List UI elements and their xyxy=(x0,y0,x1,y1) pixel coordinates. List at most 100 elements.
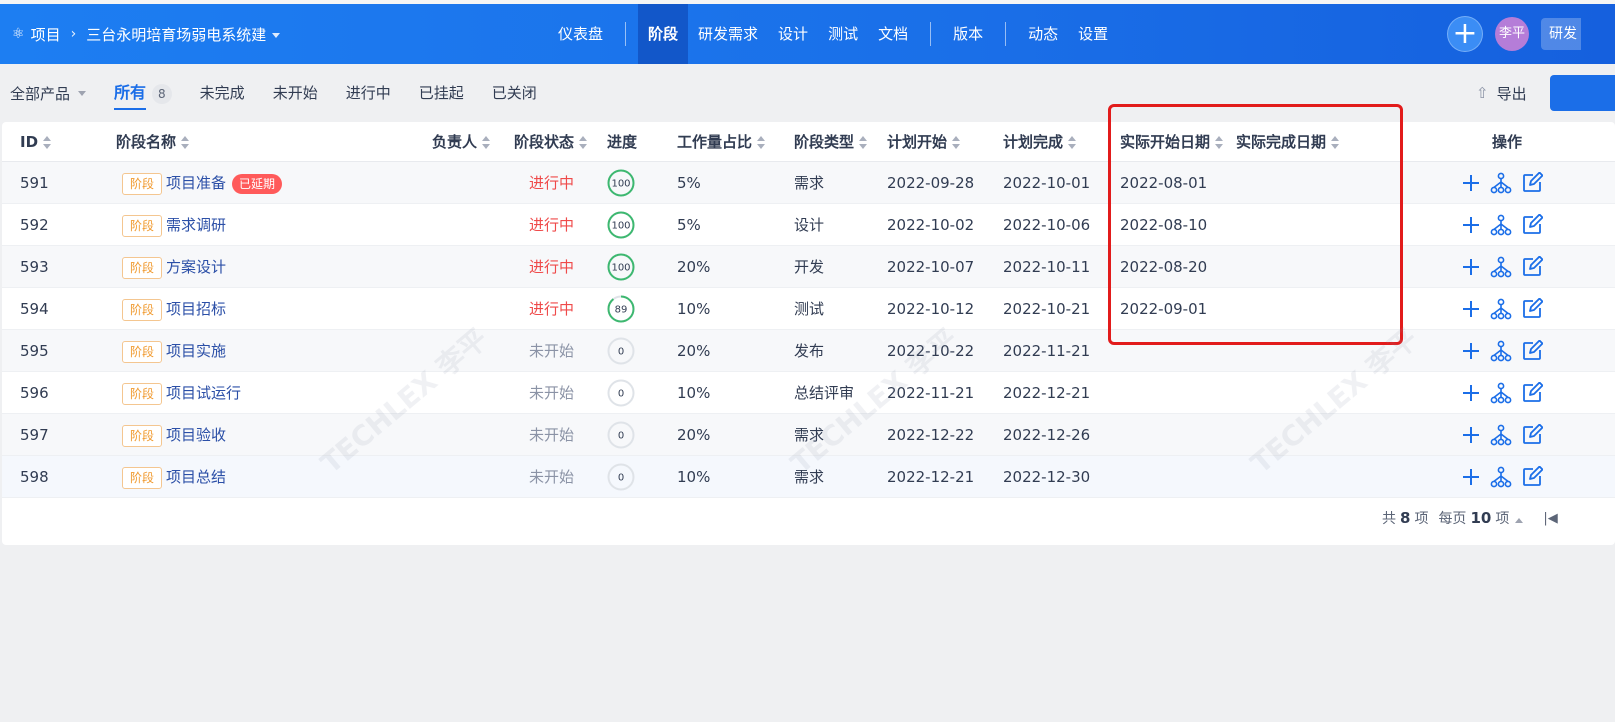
stage-name-link[interactable]: 项目试运行 xyxy=(166,384,241,402)
nav-version[interactable]: 版本 xyxy=(943,4,993,64)
primary-action-button[interactable] xyxy=(1550,75,1615,111)
nav-test[interactable]: 测试 xyxy=(818,4,868,64)
cell-id: 597 xyxy=(20,426,49,444)
avatar[interactable]: 李平 xyxy=(1495,17,1529,51)
edit-button[interactable] xyxy=(1521,256,1543,278)
edit-button[interactable] xyxy=(1521,466,1543,488)
delayed-badge: 已延期 xyxy=(232,173,283,194)
cell-id: 593 xyxy=(20,258,49,276)
add-child-button[interactable] xyxy=(1460,340,1482,362)
plus-icon xyxy=(1463,175,1479,191)
tree-button[interactable] xyxy=(1490,424,1512,446)
table-row: 593 阶段 方案设计 进行中 100 20% 开发 2022-10-07 2022-10-11… xyxy=(2,246,1615,288)
plus-icon xyxy=(1463,301,1479,317)
add-child-button[interactable] xyxy=(1460,424,1482,446)
edit-button[interactable] xyxy=(1521,298,1543,320)
add-child-button[interactable] xyxy=(1460,298,1482,320)
nav-design[interactable]: 设计 xyxy=(768,4,818,64)
plus-icon xyxy=(1463,427,1479,443)
edit-button[interactable] xyxy=(1521,382,1543,404)
col-actual-end[interactable]: 实际完成日期 xyxy=(1236,122,1340,162)
add-child-button[interactable] xyxy=(1460,172,1482,194)
nav-requirements[interactable]: 研发需求 xyxy=(688,4,768,64)
progress-value: 0 xyxy=(618,347,624,358)
progress-value: 0 xyxy=(618,431,624,442)
nav-divider xyxy=(625,22,627,46)
chevron-right-icon: › xyxy=(70,26,77,42)
stage-name-link[interactable]: 需求调研 xyxy=(166,216,226,234)
table-row: 598 阶段 项目总结 未开始 0 10% 需求 2022-12-21 2022-12-30 xyxy=(2,456,1615,498)
product-select[interactable]: 全部产品 xyxy=(10,83,87,104)
tab-all[interactable]: 所有 8 xyxy=(114,64,172,122)
tree-button[interactable] xyxy=(1490,466,1512,488)
breadcrumb-root[interactable]: 项目 xyxy=(31,24,61,45)
col-plan-end[interactable]: 计划完成 xyxy=(1003,122,1077,162)
nav-settings[interactable]: 设置 xyxy=(1068,4,1118,64)
nav-divider xyxy=(1005,22,1007,46)
nav-stage[interactable]: 阶段 xyxy=(638,4,689,64)
tree-button[interactable] xyxy=(1490,298,1512,320)
create-button[interactable]: + xyxy=(1447,16,1483,52)
page-size-select[interactable]: 每页 10 项 xyxy=(1438,508,1524,528)
tree-button[interactable] xyxy=(1490,382,1512,404)
col-stage-name[interactable]: 阶段名称 xyxy=(116,122,190,162)
col-workload[interactable]: 工作量占比 xyxy=(677,122,766,162)
stage-name-link[interactable]: 项目招标 xyxy=(166,300,226,318)
add-child-button[interactable] xyxy=(1460,466,1482,488)
col-stage-type[interactable]: 阶段类型 xyxy=(794,122,868,162)
edit-icon xyxy=(1523,466,1543,486)
cell-workload: 5% xyxy=(677,174,701,192)
nav-activity[interactable]: 动态 xyxy=(1018,4,1068,64)
edit-button[interactable] xyxy=(1521,424,1543,446)
stage-name-link[interactable]: 项目验收 xyxy=(166,426,226,444)
col-status[interactable]: 阶段状态 xyxy=(514,122,588,162)
hierarchy-icon xyxy=(1490,214,1512,236)
hierarchy-icon xyxy=(1490,298,1512,320)
tab-unfinished[interactable]: 未完成 xyxy=(200,64,245,122)
tree-button[interactable] xyxy=(1490,340,1512,362)
edit-button[interactable] xyxy=(1521,214,1543,236)
add-child-button[interactable] xyxy=(1460,214,1482,236)
sort-icon xyxy=(952,136,961,149)
sort-icon xyxy=(579,136,588,149)
cell-stage-type: 需求 xyxy=(794,468,825,486)
cell-stage-name: 阶段 项目总结 xyxy=(122,456,226,498)
tab-suspended[interactable]: 已挂起 xyxy=(419,64,464,122)
project-switcher[interactable]: 三台永明培育场弱电系统建 xyxy=(86,24,281,45)
edit-icon xyxy=(1523,382,1543,402)
sort-icon xyxy=(757,136,766,149)
add-child-button[interactable] xyxy=(1460,382,1482,404)
stage-name-link[interactable]: 方案设计 xyxy=(166,258,226,276)
edit-button[interactable] xyxy=(1521,172,1543,194)
tab-in-progress[interactable]: 进行中 xyxy=(346,64,391,122)
nav-docs[interactable]: 文档 xyxy=(868,4,918,64)
tree-button[interactable] xyxy=(1490,172,1512,194)
pagination: 共 8 项 每页 10 项 |◀ xyxy=(1382,508,1558,528)
stage-name-link[interactable]: 项目准备 xyxy=(166,174,226,192)
stage-tag: 阶段 xyxy=(122,466,163,489)
stage-name-link[interactable]: 项目实施 xyxy=(166,342,226,360)
col-actual-start[interactable]: 实际开始日期 xyxy=(1120,122,1224,162)
tab-closed[interactable]: 已关闭 xyxy=(492,64,537,122)
first-page-button[interactable]: |◀ xyxy=(1543,511,1557,526)
progress-value: 100 xyxy=(611,221,630,232)
rd-menu-button[interactable]: 研发 xyxy=(1541,18,1581,50)
tree-button[interactable] xyxy=(1490,256,1512,278)
export-button[interactable]: ⇧ 导出 xyxy=(1476,64,1527,122)
nav-dashboard[interactable]: 仪表盘 xyxy=(548,4,613,64)
col-id[interactable]: ID xyxy=(20,122,52,162)
status-tabs: 所有 8 未完成 未开始 进行中 已挂起 已关闭 xyxy=(114,64,565,122)
cell-stage-type: 总结评审 xyxy=(794,384,855,402)
sort-icon xyxy=(181,136,190,149)
chevron-up-icon xyxy=(1515,518,1524,523)
main-nav: 仪表盘 阶段 研发需求 设计 测试 文档 版本 动态 设置 xyxy=(548,4,1118,64)
stage-name-link[interactable]: 项目总结 xyxy=(166,468,226,486)
add-child-button[interactable] xyxy=(1460,256,1482,278)
tree-button[interactable] xyxy=(1490,214,1512,236)
col-plan-start[interactable]: 计划开始 xyxy=(887,122,961,162)
edit-button[interactable] xyxy=(1521,340,1543,362)
cell-stage-name: 阶段 项目准备 已延期 xyxy=(122,162,283,204)
tab-not-started[interactable]: 未开始 xyxy=(273,64,318,122)
col-owner[interactable]: 负责人 xyxy=(432,122,491,162)
chevron-down-icon xyxy=(272,32,281,38)
